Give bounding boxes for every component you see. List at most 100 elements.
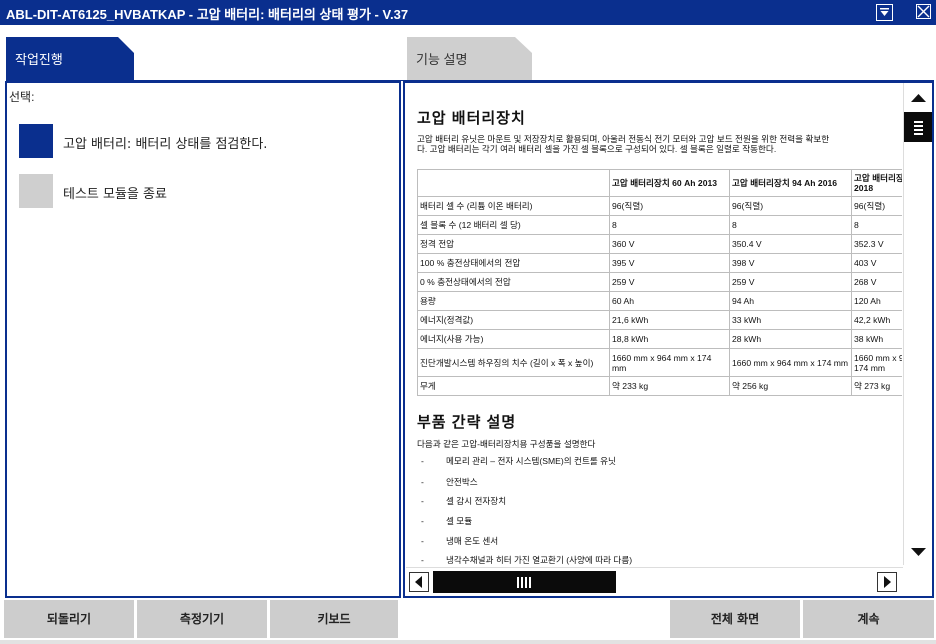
scroll-up-button[interactable] xyxy=(904,86,932,110)
table-header-cell: 고압 배터리장치 94 Ah 2016 xyxy=(729,169,852,197)
scroll-down-button[interactable] xyxy=(904,539,932,563)
paragraph-line: 고압 배터리 유닛은 마운트 및 저장장치로 활용되며, 아울러 전동식 전기 … xyxy=(417,134,830,144)
list-item-text: 냉각수채널과 히터 가진 열교환기 (사양에 따라 다름) xyxy=(446,555,633,565)
table-cell: 96(직렬) xyxy=(609,196,730,216)
table-cell: 8 xyxy=(851,215,902,235)
arrow-up-icon xyxy=(911,94,926,102)
chevron-down-icon xyxy=(880,8,889,16)
table-row: 100 % 충전상태에서의 전압 395 V 398 V 403 V xyxy=(417,253,902,273)
table-cell: 268 V xyxy=(851,272,902,292)
horizontal-scroll-thumb[interactable] xyxy=(433,571,616,593)
scroll-left-button[interactable] xyxy=(409,572,429,592)
option-marker-blue xyxy=(19,124,53,158)
table-cell: 18,8 kWh xyxy=(609,329,730,349)
table-row: 무게 약 233 kg 약 256 kg 약 273 kg xyxy=(417,376,902,396)
table-cell: 셀 블록 수 (12 배터리 셀 당) xyxy=(417,215,610,235)
table-header-cell xyxy=(417,169,610,197)
option-label: 테스트 모듈을 종료 xyxy=(63,187,167,202)
minimize-dropdown-icon[interactable] xyxy=(876,4,893,21)
table-cell: 약 233 kg xyxy=(609,376,730,396)
list-item: - 냉각수채널과 히터 가진 열교환기 (사양에 따라 다름) xyxy=(421,555,633,565)
table-cell: 8 xyxy=(729,215,852,235)
table-cell: 28 kWh xyxy=(729,329,852,349)
list-item: - 냉매 온도 센서 xyxy=(421,536,499,546)
table-cell: 120 Ah xyxy=(851,291,902,311)
select-label: 선택: xyxy=(9,90,35,104)
table-cell: 용량 xyxy=(417,291,610,311)
table-row: 0 % 충전상태에서의 전압 259 V 259 V 268 V xyxy=(417,272,902,292)
scroll-right-button[interactable] xyxy=(877,572,897,592)
table-cell: 350.4 V xyxy=(729,234,852,254)
window-title: ABL-DIT-AT6125_HVBATKAP - 고압 배터리: 배터리의 상… xyxy=(6,7,409,22)
table-header-cell: 고압 배터리장치 120 Ah 2018 xyxy=(851,169,902,197)
table-header-row: 고압 배터리장치 60 Ah 2013 고압 배터리장치 94 Ah 2016 … xyxy=(417,169,902,197)
table-cell: 33 kWh xyxy=(729,310,852,330)
arrow-left-icon xyxy=(415,576,422,588)
table-cell: 352.3 V xyxy=(851,234,902,254)
vertical-scroll-thumb[interactable] xyxy=(904,112,932,142)
table-cell: 395 V xyxy=(609,253,730,273)
table-cell: 403 V xyxy=(851,253,902,273)
table-row: 정격 전압 360 V 350.4 V 352.3 V xyxy=(417,234,902,254)
list-item-text: 냉매 온도 센서 xyxy=(446,536,499,546)
tab-progress[interactable]: 작업진행 xyxy=(6,37,134,81)
list-item-text: 메모리 관리 – 전자 시스템(SME)의 컨트롤 유닛 xyxy=(446,456,616,466)
list-item: - 안전박스 xyxy=(421,477,478,487)
bottom-toolbar: 되돌리기 측정기기 키보드 전체 화면 계속 xyxy=(0,598,936,644)
table-cell: 8 xyxy=(609,215,730,235)
table-row: 셀 블록 수 (12 배터리 셀 당) 8 8 8 xyxy=(417,215,902,235)
selection-panel: 선택: 고압 배터리: 배터리 상태를 점검한다. 테스트 모듈을 종료 xyxy=(5,81,401,598)
intro-paragraph: 고압 배터리 유닛은 마운트 및 저장장치로 활용되며, 아울러 전동식 전기 … xyxy=(417,134,902,154)
table-cell: 398 V xyxy=(729,253,852,273)
close-icon[interactable] xyxy=(915,4,932,21)
table-cell: 100 % 충전상태에서의 전압 xyxy=(417,253,610,273)
vertical-scrollbar[interactable] xyxy=(903,83,932,565)
table-row: 에너지(정격값) 21,6 kWh 33 kWh 42,2 kWh xyxy=(417,310,902,330)
table-cell: 진단개발시스템 하우징의 치수 (길이 x 폭 x 높이) xyxy=(417,348,610,377)
horizontal-scrollbar[interactable] xyxy=(406,567,903,595)
table-cell: 21,6 kWh xyxy=(609,310,730,330)
description-panel: 고압 배터리장치 고압 배터리 유닛은 마운트 및 저장장치로 활용되며, 아울… xyxy=(403,81,934,598)
table-cell: 60 Ah xyxy=(609,291,730,311)
table-cell: 42,2 kWh xyxy=(851,310,902,330)
table-header-cell: 고압 배터리장치 60 Ah 2013 xyxy=(609,169,730,197)
table-cell: 에너지(사용 가능) xyxy=(417,329,610,349)
tab-description[interactable]: 기능 설명 xyxy=(407,37,532,81)
continue-button[interactable]: 계속 xyxy=(803,600,934,638)
table-cell: 38 kWh xyxy=(851,329,902,349)
table-cell: 배터리 셀 수 (리튬 이온 배터리) xyxy=(417,196,610,216)
table-cell: 정격 전압 xyxy=(417,234,610,254)
title-bar: ABL-DIT-AT6125_HVBATKAP - 고압 배터리: 배터리의 상… xyxy=(0,0,936,25)
measuring-device-button[interactable]: 측정기기 xyxy=(137,600,267,638)
option-exit-module[interactable]: 테스트 모듈을 종료 xyxy=(19,174,389,210)
list-item-text: 셀 감시 전자장치 xyxy=(446,496,507,506)
table-cell: 1660 mm x 964 mm x 174 mm xyxy=(609,348,730,377)
table-row: 용량 60 Ah 94 Ah 120 Ah xyxy=(417,291,902,311)
fullscreen-button[interactable]: 전체 화면 xyxy=(670,600,800,638)
keyboard-button[interactable]: 키보드 xyxy=(270,600,398,638)
table-cell: 1660 mm x 964 mm x 174 mm xyxy=(851,348,902,377)
description-content: 고압 배터리장치 고압 배터리 유닛은 마운트 및 저장장치로 활용되며, 아울… xyxy=(417,83,902,567)
table-cell: 96(직렬) xyxy=(729,196,852,216)
bottom-edge xyxy=(0,640,936,644)
table-cell: 94 Ah xyxy=(729,291,852,311)
list-item: -셀 감시 전자장치 xyxy=(421,496,507,506)
table-cell: 360 V xyxy=(609,234,730,254)
option-check-battery[interactable]: 고압 배터리: 배터리 상태를 점검한다. xyxy=(19,124,389,160)
table-row: 배터리 셀 수 (리튬 이온 배터리) 96(직렬) 96(직렬) 96(직렬) xyxy=(417,196,902,216)
table-cell: 약 256 kg xyxy=(729,376,852,396)
list-item-text: 안전박스 xyxy=(446,477,478,487)
components-intro: 다음과 같은 고압-배터리장치용 구성품을 설명한다 xyxy=(417,439,596,449)
table-cell: 에너지(정격값) xyxy=(417,310,610,330)
back-button[interactable]: 되돌리기 xyxy=(4,600,134,638)
option-marker-gray xyxy=(19,174,53,208)
arrow-down-icon xyxy=(911,548,926,556)
table-cell: 259 V xyxy=(729,272,852,292)
option-label: 고압 배터리: 배터리 상태를 점검한다. xyxy=(63,137,268,152)
table-cell: 약 273 kg xyxy=(851,376,902,396)
heading-components: 부품 간략 설명 xyxy=(417,414,517,431)
list-item: - 메모리 관리 – 전자 시스템(SME)의 컨트롤 유닛 xyxy=(421,456,616,466)
tab-bar: 작업진행 기능 설명 xyxy=(0,25,936,81)
table-row: 진단개발시스템 하우징의 치수 (길이 x 폭 x 높이) 1660 mm x 9… xyxy=(417,348,902,377)
table-cell: 1660 mm x 964 mm x 174 mm xyxy=(729,348,852,377)
